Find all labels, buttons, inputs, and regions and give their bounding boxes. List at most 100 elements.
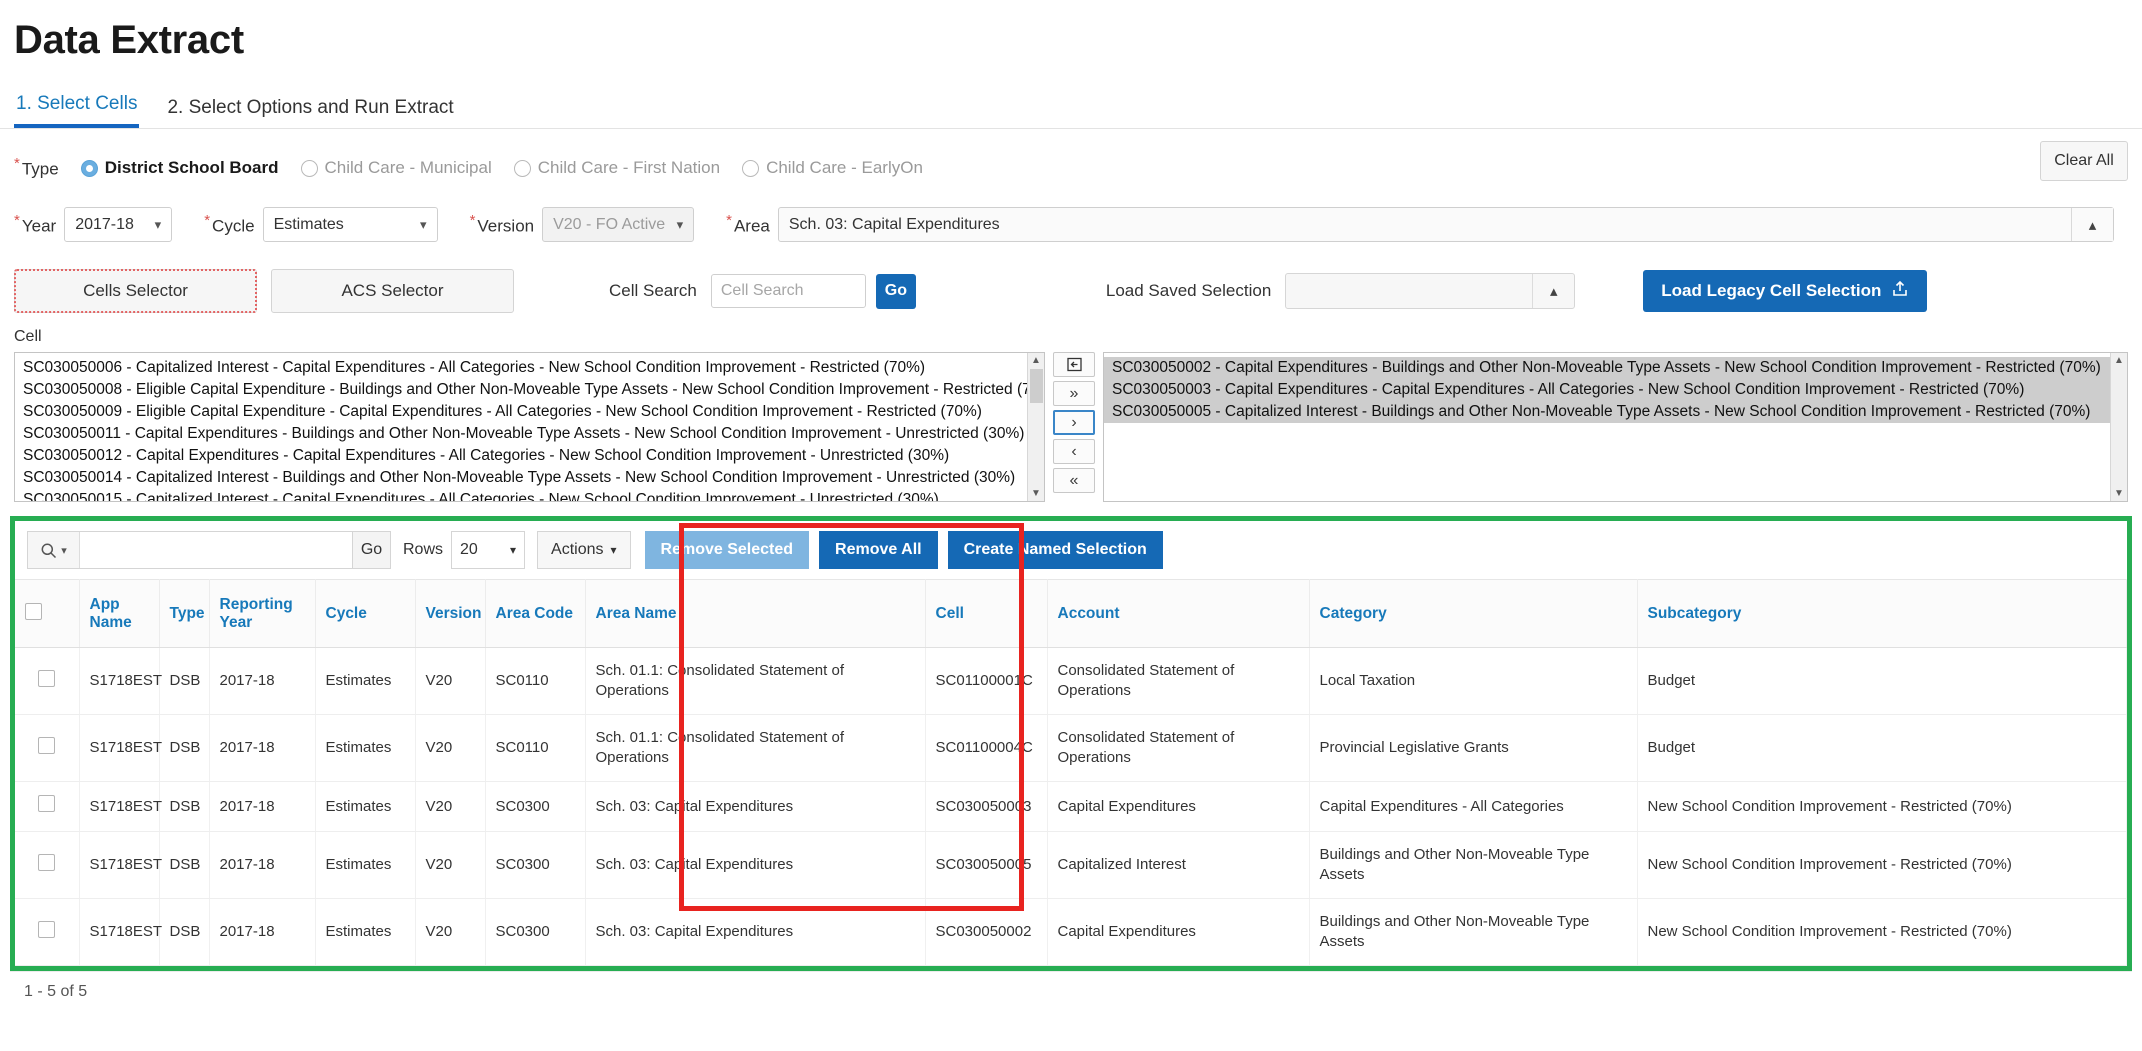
- table-row[interactable]: S1718EST DSB 2017-18 Estimates V20 SC030…: [15, 832, 2127, 899]
- cell-type: DSB: [159, 899, 209, 966]
- selected-cells-list[interactable]: SC030050002 - Capital Expenditures - Bui…: [1103, 352, 2128, 502]
- column-header-cycle[interactable]: Cycle: [315, 580, 415, 648]
- column-header-app-name[interactable]: App Name: [79, 580, 159, 648]
- column-header-reporting-year[interactable]: Reporting Year: [209, 580, 315, 648]
- load-saved-selection-select[interactable]: ▴: [1285, 273, 1575, 309]
- column-header-area-code[interactable]: Area Code: [485, 580, 585, 648]
- cell-area-name: Sch. 01.1: Consolidated Statement of Ope…: [585, 715, 925, 782]
- list-item[interactable]: SC030050005 - Capitalized Interest - Bui…: [1104, 401, 2127, 423]
- cell-cell: SC030050005: [925, 832, 1047, 899]
- cell-subcategory: Budget: [1637, 648, 2127, 715]
- shuttle-move-left-button[interactable]: ‹: [1053, 439, 1095, 464]
- scroll-up-icon[interactable]: ▲: [2114, 355, 2124, 366]
- tab-select-options-run-extract[interactable]: 2. Select Options and Run Extract: [165, 97, 455, 128]
- area-label: *Area: [726, 213, 770, 237]
- table-header: App Name Type Reporting Year Cycle Versi…: [15, 580, 2127, 648]
- cell-search-go-button[interactable]: Go: [876, 274, 916, 309]
- radio-district-school-board[interactable]: District School Board: [81, 158, 279, 178]
- chevron-up-icon[interactable]: ▴: [2071, 208, 2113, 241]
- create-named-selection-button[interactable]: Create Named Selection: [948, 531, 1163, 569]
- acs-selector-button[interactable]: ACS Selector: [271, 269, 514, 313]
- select-all-checkbox[interactable]: [25, 603, 42, 620]
- tab-select-cells[interactable]: 1. Select Cells: [14, 93, 139, 128]
- version-select[interactable]: V20 - FO Active ▾: [542, 207, 694, 242]
- column-header-version[interactable]: Version: [415, 580, 485, 648]
- year-label: *Year: [14, 213, 56, 237]
- chevron-down-icon: ▾: [61, 544, 67, 557]
- load-legacy-cell-selection-button[interactable]: Load Legacy Cell Selection: [1643, 270, 1927, 312]
- chevron-down-icon: ▾: [610, 543, 616, 557]
- column-header-category[interactable]: Category: [1309, 580, 1637, 648]
- scrollbar-thumb[interactable]: [1030, 369, 1043, 403]
- search-icon[interactable]: ▾: [28, 532, 80, 568]
- shuttle-move-right-button[interactable]: ›: [1053, 410, 1095, 435]
- list-item[interactable]: SC030050015 - Capitalized Interest - Cap…: [15, 489, 1044, 502]
- year-select[interactable]: 2017-18 ▾: [64, 207, 172, 242]
- shuttle-move-all-left-button[interactable]: «: [1053, 468, 1095, 493]
- column-header-account[interactable]: Account: [1047, 580, 1309, 648]
- selected-list-scrollbar[interactable]: ▲ ▼: [2110, 353, 2127, 501]
- table-row[interactable]: S1718EST DSB 2017-18 Estimates V20 SC011…: [15, 715, 2127, 782]
- shuttle-move-all-right-button[interactable]: »: [1053, 381, 1095, 406]
- list-item[interactable]: SC030050003 - Capital Expenditures - Cap…: [1104, 379, 2127, 401]
- list-item[interactable]: SC030050014 - Capitalized Interest - Bui…: [15, 467, 1044, 489]
- list-item[interactable]: SC030050011 - Capital Expenditures - Bui…: [15, 423, 1044, 445]
- available-cells-list[interactable]: SC030050006 - Capitalized Interest - Cap…: [14, 352, 1045, 502]
- cell-search-input[interactable]: [711, 274, 866, 308]
- area-select[interactable]: Sch. 03: Capital Expenditures ▴: [778, 207, 2114, 242]
- cell-cycle: Estimates: [315, 899, 415, 966]
- remove-selected-button[interactable]: Remove Selected: [645, 531, 810, 569]
- cell-area-code: SC0110: [485, 715, 585, 782]
- remove-all-button[interactable]: Remove All: [819, 531, 938, 569]
- cycle-value: Estimates: [274, 216, 410, 234]
- column-header-subcategory[interactable]: Subcategory: [1637, 580, 2127, 648]
- list-item[interactable]: SC030050008 - Eligible Capital Expenditu…: [15, 379, 1044, 401]
- report-search-go-button[interactable]: Go: [353, 531, 391, 569]
- load-legacy-label: Load Legacy Cell Selection: [1661, 281, 1881, 301]
- scroll-down-icon[interactable]: ▼: [1031, 488, 1041, 499]
- radio-child-care-earlyon[interactable]: Child Care - EarlyOn: [742, 158, 923, 178]
- cell-area-name: Sch. 03: Capital Expenditures: [585, 899, 925, 966]
- scroll-down-icon[interactable]: ▼: [2114, 488, 2124, 499]
- selector-toolbar: Cells Selector ACS Selector Cell Search …: [0, 268, 2142, 314]
- actions-button[interactable]: Actions ▾: [537, 531, 631, 569]
- row-checkbox[interactable]: [38, 854, 55, 871]
- cell-reporting-year: 2017-18: [209, 899, 315, 966]
- area-value: Sch. 03: Capital Expenditures: [789, 216, 2071, 234]
- column-header-area-name[interactable]: Area Name: [585, 580, 925, 648]
- cell-area-code: SC0300: [485, 782, 585, 832]
- clear-all-button[interactable]: Clear All: [2040, 141, 2128, 181]
- selection-filters-row: *Year 2017-18 ▾ *Cycle Estimates ▾ *Vers…: [14, 207, 2128, 242]
- column-header-type[interactable]: Type: [159, 580, 209, 648]
- list-item[interactable]: SC030050009 - Eligible Capital Expenditu…: [15, 401, 1044, 423]
- cell-subcategory: New School Condition Improvement - Restr…: [1637, 782, 2127, 832]
- cell-app-name: S1718EST: [79, 715, 159, 782]
- cell-reporting-year: 2017-18: [209, 782, 315, 832]
- radio-icon: [514, 160, 531, 177]
- row-checkbox[interactable]: [38, 737, 55, 754]
- table-row[interactable]: S1718EST DSB 2017-18 Estimates V20 SC011…: [15, 648, 2127, 715]
- cell-subcategory: New School Condition Improvement - Restr…: [1637, 832, 2127, 899]
- cells-selector-button[interactable]: Cells Selector: [14, 269, 257, 313]
- row-checkbox[interactable]: [38, 795, 55, 812]
- cell-cell: SC030050003: [925, 782, 1047, 832]
- column-header-cell[interactable]: Cell: [925, 580, 1047, 648]
- cell-cell: SC01100004C: [925, 715, 1047, 782]
- cycle-select[interactable]: Estimates ▾: [263, 207, 438, 242]
- table-row[interactable]: S1718EST DSB 2017-18 Estimates V20 SC030…: [15, 782, 2127, 832]
- list-item[interactable]: SC030050012 - Capital Expenditures - Cap…: [15, 445, 1044, 467]
- rows-per-page-select[interactable]: 20 ▾: [451, 531, 525, 569]
- available-list-scrollbar[interactable]: ▲ ▼: [1027, 353, 1044, 501]
- list-item[interactable]: SC030050006 - Capitalized Interest - Cap…: [15, 357, 1044, 379]
- radio-child-care-municipal[interactable]: Child Care - Municipal: [301, 158, 492, 178]
- list-item[interactable]: SC030050002 - Capital Expenditures - Bui…: [1104, 357, 2127, 379]
- chevron-up-icon[interactable]: ▴: [1532, 274, 1574, 308]
- row-checkbox[interactable]: [38, 670, 55, 687]
- radio-child-care-first-nation[interactable]: Child Care - First Nation: [514, 158, 720, 178]
- year-value: 2017-18: [75, 216, 144, 234]
- row-checkbox[interactable]: [38, 921, 55, 938]
- report-search-input[interactable]: [80, 532, 352, 568]
- scroll-up-icon[interactable]: ▲: [1031, 355, 1041, 366]
- shuttle-reset-button[interactable]: [1053, 352, 1095, 377]
- table-row[interactable]: S1718EST DSB 2017-18 Estimates V20 SC030…: [15, 899, 2127, 966]
